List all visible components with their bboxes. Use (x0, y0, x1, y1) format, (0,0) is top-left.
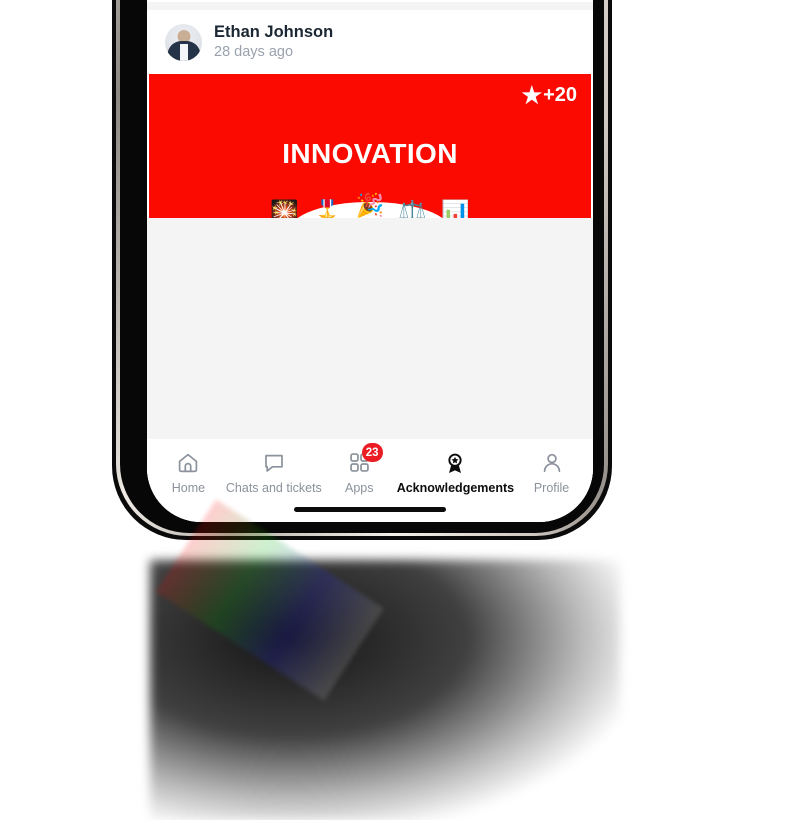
apps-badge-count: 23 (361, 443, 383, 462)
post-author-name[interactable]: Ethan Johnson (214, 23, 333, 43)
award-badge-icon (443, 450, 467, 475)
tab-apps[interactable]: 23 Apps (322, 443, 397, 495)
featured-post-card: Liam Martinez He pursued the project com… (147, 0, 593, 2)
banner-title: INNOVATION (282, 138, 458, 170)
avatar[interactable] (165, 24, 202, 62)
person-icon (540, 450, 564, 475)
post-header-text: Ethan Johnson 28 days ago (214, 23, 333, 64)
home-indicator[interactable] (294, 507, 446, 512)
chat-bubble-icon (262, 450, 286, 475)
acknowledgement-post-card: Ethan Johnson 28 days ago ★ +20 INNOVATI… (147, 9, 593, 219)
home-indicator-area (147, 499, 593, 522)
acknowledgements-feed[interactable]: Liam Martinez He pursued the project com… (147, 0, 593, 439)
balance-scale-emoji: ⚖️ (398, 199, 427, 219)
tab-profile[interactable]: Profile (514, 450, 589, 495)
party-popper-emoji: 🎉 (355, 192, 385, 219)
tab-label: Home (171, 481, 206, 495)
phone-screen: Liam Martinez He pursued the project com… (147, 0, 593, 522)
avatar-shirt (179, 43, 188, 62)
post-header[interactable]: Ethan Johnson 28 days ago (147, 10, 593, 75)
tab-label: Apps (345, 481, 374, 495)
tab-acknowledgements[interactable]: Acknowledgements (397, 450, 514, 495)
tab-label: Acknowledgements (396, 481, 515, 495)
tab-label: Profile (533, 481, 570, 495)
points-badge: ★ +20 (521, 84, 577, 107)
medal-emoji: 🎖️ (313, 199, 342, 219)
device-shadow (150, 560, 620, 820)
bottom-navigation-bar[interactable]: Home Chats and tickets 23 Apps Acknowled… (147, 439, 593, 499)
tab-home[interactable]: Home (151, 450, 226, 495)
phone-device: Liam Martinez He pursued the project com… (112, 0, 612, 540)
banner-decor-emojis: 🎇 🎖️ 🎉 ⚖️ 📊 (149, 194, 591, 219)
post-timestamp: 28 days ago (214, 44, 294, 61)
star-icon: ★ (521, 82, 543, 109)
confetti-stars-emoji: 🎇 (270, 199, 300, 219)
points-value: +20 (543, 84, 577, 107)
chart-emoji: 📊 (440, 199, 470, 219)
home-icon (176, 450, 200, 475)
innovation-award-banner[interactable]: ★ +20 INNOVATION 🎇 🎖️ 🎉 ⚖️ 📊 (149, 74, 591, 219)
grid-apps-icon: 23 (348, 443, 383, 475)
tab-chats-and-tickets[interactable]: Chats and tickets (226, 450, 322, 495)
comment-row[interactable]: Comment 33 Comments (147, 0, 593, 2)
tab-label: Chats and tickets (225, 481, 322, 495)
app-viewport: Liam Martinez He pursued the project com… (147, 0, 593, 522)
